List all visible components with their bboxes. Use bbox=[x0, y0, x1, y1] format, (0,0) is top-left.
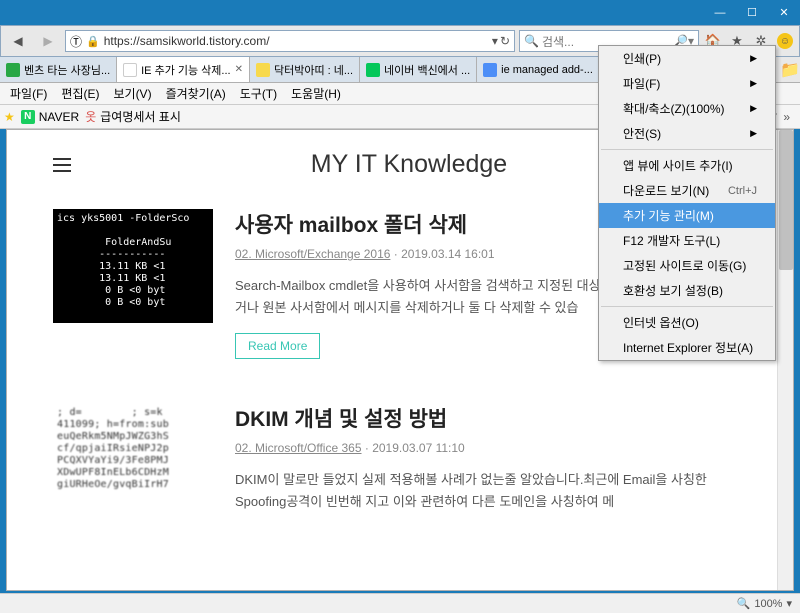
back-button[interactable]: ◀ bbox=[5, 29, 31, 53]
window-maximize-button[interactable]: ☐ bbox=[736, 0, 768, 25]
url-field[interactable]: Ⓣ 🔒 https://samsikworld.tistory.com/ ▾ ↻ bbox=[65, 30, 515, 52]
post-cat-0[interactable]: 02. Microsoft/Exchange 2016 bbox=[235, 247, 390, 261]
ctx-item-0[interactable]: 인쇄(P)▶ bbox=[599, 46, 775, 71]
post-cat-1[interactable]: 02. Microsoft/Office 365 bbox=[235, 441, 362, 455]
search-icon: 🔍 bbox=[524, 34, 539, 48]
menu-edit[interactable]: 편집(E) bbox=[55, 83, 105, 104]
ctx-item-10[interactable]: 호환성 보기 설정(B) bbox=[599, 278, 775, 303]
fav-naver[interactable]: NNAVER bbox=[21, 110, 79, 124]
ctx-item-5[interactable]: 앱 뷰에 사이트 추가(I) bbox=[599, 153, 775, 178]
window-close-button[interactable]: ✕ bbox=[768, 0, 800, 25]
tools-context-menu: 인쇄(P)▶파일(F)▶확대/축소(Z)(100%)▶안전(S)▶ 앱 뷰에 사이… bbox=[598, 45, 776, 361]
tab-3[interactable]: 네이버 백신에서 ... bbox=[360, 57, 477, 82]
ctx-item-13[interactable]: Internet Explorer 정보(A) bbox=[599, 335, 775, 360]
ctx-item-9[interactable]: 고정된 사이트로 이동(G) bbox=[599, 253, 775, 278]
post-1: ; d= ; s=k 411099; h=from:sub euQeRkm5NM… bbox=[53, 403, 747, 527]
forward-button[interactable]: ▶ bbox=[35, 29, 61, 53]
hamburger-menu-icon[interactable] bbox=[53, 158, 71, 172]
zoom-icon[interactable]: 🔍 bbox=[737, 597, 751, 610]
ctx-item-7[interactable]: 추가 기능 관리(M) bbox=[599, 203, 775, 228]
zoom-level[interactable]: 100% bbox=[754, 598, 782, 610]
ctx-item-12[interactable]: 인터넷 옵션(O) bbox=[599, 310, 775, 335]
feedback-smiley-icon[interactable]: ☺ bbox=[775, 31, 795, 51]
ctx-item-6[interactable]: 다운로드 보기(N)Ctrl+J bbox=[599, 178, 775, 203]
post-meta-1: 02. Microsoft/Office 365 · 2019.03.07 11… bbox=[235, 441, 747, 455]
tab-close-icon[interactable]: ✕ bbox=[235, 64, 243, 75]
add-favorite-icon[interactable]: ★ bbox=[4, 110, 15, 124]
refresh-icon[interactable]: ↻ bbox=[500, 34, 510, 48]
menu-favorites[interactable]: 즐겨찾기(A) bbox=[160, 83, 232, 104]
ctx-item-3[interactable]: 안전(S)▶ bbox=[599, 121, 775, 146]
ctx-item-2[interactable]: 확대/축소(Z)(100%)▶ bbox=[599, 96, 775, 121]
tab-2[interactable]: 닥터박아띠 : 네... bbox=[250, 57, 360, 82]
post-title-1[interactable]: DKIM 개념 및 설정 방법 bbox=[235, 403, 747, 433]
menu-tools[interactable]: 도구(T) bbox=[234, 83, 283, 104]
window-titlebar: — ☐ ✕ bbox=[0, 0, 800, 25]
ctx-item-8[interactable]: F12 개발자 도구(L) bbox=[599, 228, 775, 253]
read-more-0[interactable]: Read More bbox=[235, 333, 320, 359]
tab-0[interactable]: 벤츠 타는 사장님... bbox=[0, 57, 117, 82]
vertical-scrollbar[interactable] bbox=[777, 130, 793, 590]
post-date-0: 2019.03.14 16:01 bbox=[401, 247, 494, 261]
window-minimize-button[interactable]: — bbox=[704, 0, 736, 25]
favicon-icon: Ⓣ bbox=[70, 33, 82, 50]
post-date-1: 2019.03.07 11:10 bbox=[372, 441, 465, 455]
more-icon[interactable]: » bbox=[783, 110, 790, 124]
folder-icon[interactable]: 📁 bbox=[780, 57, 800, 82]
fav-gov[interactable]: 옷급여명세서 표시 bbox=[85, 108, 181, 125]
tab-4[interactable]: ie managed add-... bbox=[477, 57, 600, 82]
menu-help[interactable]: 도움말(H) bbox=[285, 83, 347, 104]
scroll-thumb[interactable] bbox=[779, 130, 793, 270]
lock-icon: 🔒 bbox=[86, 35, 100, 48]
menu-view[interactable]: 보기(V) bbox=[107, 83, 157, 104]
url-text: https://samsikworld.tistory.com/ bbox=[104, 34, 488, 48]
dropdown-icon[interactable]: ▾ bbox=[492, 34, 498, 48]
post-thumb-0[interactable]: ics yks5001 -FolderSco FolderAndSu -----… bbox=[53, 209, 213, 323]
ctx-item-1[interactable]: 파일(F)▶ bbox=[599, 71, 775, 96]
tab-1[interactable]: IE 추가 기능 삭제...✕ bbox=[117, 57, 250, 82]
search-placeholder: 검색... bbox=[542, 33, 574, 50]
post-excerpt-1: DKIM이 말로만 들었지 실제 적용해볼 사례가 없는줄 알았습니다.최근에 … bbox=[235, 469, 747, 513]
menu-file[interactable]: 파일(F) bbox=[4, 83, 53, 104]
post-thumb-1[interactable]: ; d= ; s=k 411099; h=from:sub euQeRkm5NM… bbox=[53, 403, 213, 517]
zoom-dropdown-icon[interactable]: ▾ bbox=[786, 597, 792, 610]
status-bar: 🔍 100% ▾ bbox=[0, 593, 800, 613]
